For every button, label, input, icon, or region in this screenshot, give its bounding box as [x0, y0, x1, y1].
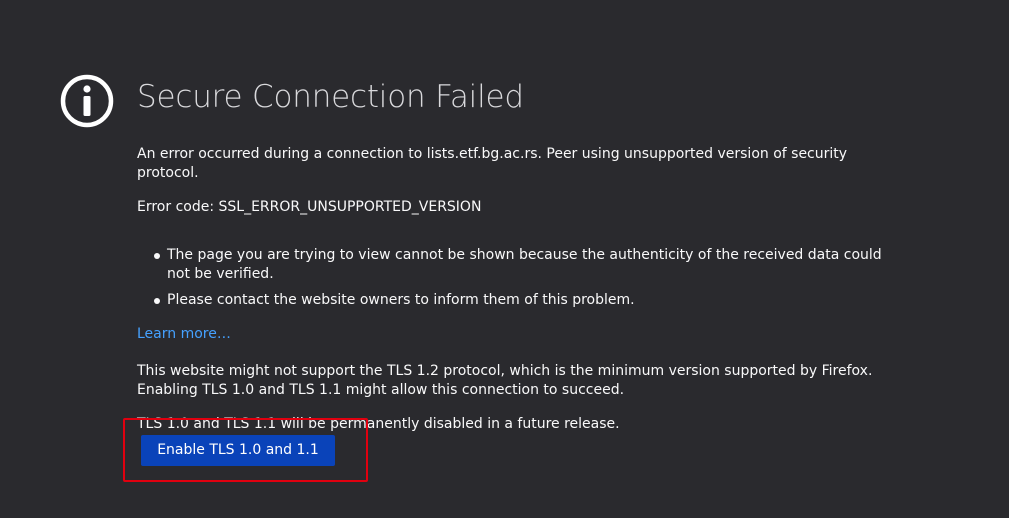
error-code: Error code: SSL_ERROR_UNSUPPORTED_VERSIO… [137, 199, 482, 215]
info-icon [60, 74, 114, 128]
learn-more-link[interactable]: Learn more… [137, 325, 231, 344]
tls-advice-text: This website might not support the TLS 1… [137, 363, 873, 398]
list-item: The page you are trying to view cannot b… [154, 246, 897, 284]
error-page: Secure Connection Failed An error occurr… [0, 0, 1009, 518]
error-reasons-list: The page you are trying to view cannot b… [137, 246, 897, 310]
page-title: Secure Connection Failed [137, 79, 524, 115]
enable-tls-button[interactable]: Enable TLS 1.0 and 1.1 [141, 435, 335, 466]
error-content: An error occurred during a connection to… [137, 145, 897, 434]
error-short-description: An error occurred during a connection to… [137, 146, 848, 181]
list-item: Please contact the website owners to inf… [154, 291, 897, 310]
